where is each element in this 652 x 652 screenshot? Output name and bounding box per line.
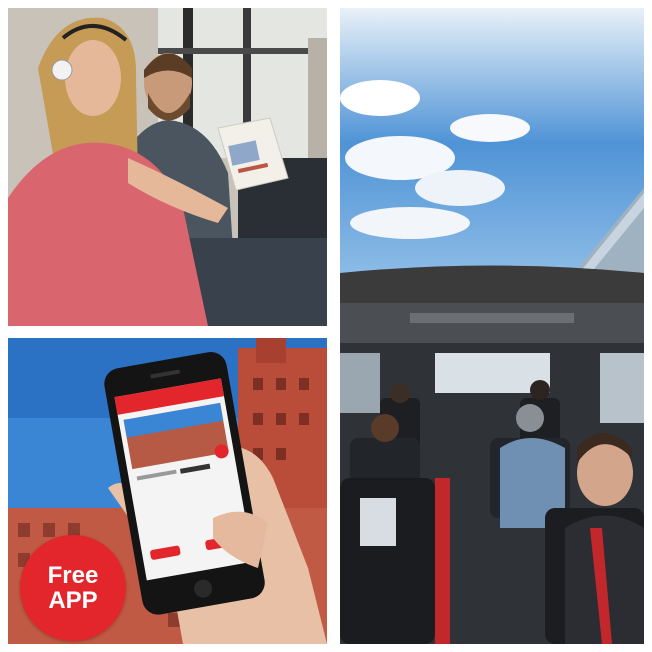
- photo-passengers-headphones: [8, 8, 327, 326]
- photo-bus-interior-glass-roof: [340, 8, 644, 644]
- bus-interior-illustration: [340, 8, 644, 644]
- free-app-badge: Free APP: [20, 535, 126, 641]
- badge-line-app: APP: [48, 587, 98, 614]
- passengers-illustration: [8, 8, 327, 326]
- badge-line-free: Free: [47, 561, 99, 589]
